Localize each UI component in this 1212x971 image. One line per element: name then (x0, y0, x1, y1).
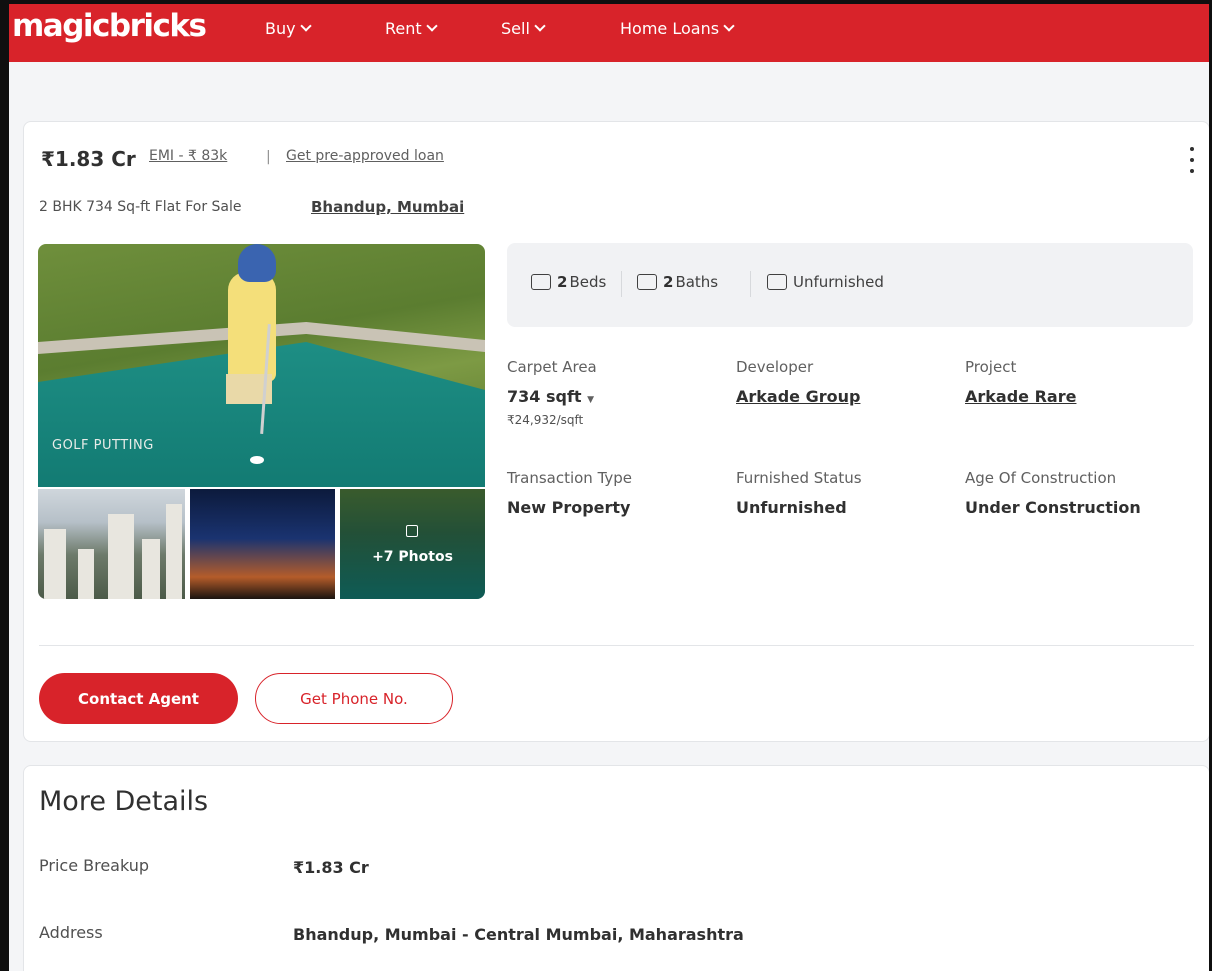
baths-label: Baths (675, 273, 719, 291)
beds-summary: 2 Beds (531, 273, 606, 291)
carpet-area-value[interactable]: 734 sqft ▼ (507, 387, 594, 406)
golf-ball (250, 456, 264, 464)
bath-icon (637, 274, 657, 290)
thumbnail-overlay (340, 489, 485, 599)
age-of-construction-label: Age Of Construction (965, 469, 1117, 487)
developer-label: Developer (736, 358, 814, 376)
beds-label: Beds (569, 273, 607, 291)
main-property-photo[interactable]: GOLF PUTTING (38, 244, 485, 487)
photo-caption: GOLF PUTTING (52, 438, 154, 453)
chevron-down-icon (299, 20, 312, 32)
furnished-status-label: Furnished Status (736, 469, 862, 487)
transaction-type-value: New Property (507, 498, 631, 517)
building-shape (44, 529, 66, 599)
amenity-divider (621, 271, 622, 297)
beds-count: 2 (557, 273, 568, 291)
furnishing-label: Unfurnished (793, 273, 884, 291)
chevron-down-icon (425, 20, 438, 32)
thumbnail-photo-telescope[interactable] (190, 489, 335, 599)
price-breakup-value: ₹1.83 Cr (293, 858, 369, 877)
child-cap (238, 244, 276, 282)
furnished-status-value: Unfurnished (736, 498, 847, 517)
developer-link[interactable]: Arkade Group (736, 387, 860, 406)
location-link[interactable]: Bhandup, Mumbai (311, 198, 464, 216)
thumbnail-photo-more[interactable]: +7 Photos (340, 489, 485, 599)
amenities-summary: 2 Beds 2 Baths Unfurnished (507, 243, 1193, 327)
amenity-divider (750, 271, 751, 297)
nav-home-loans[interactable]: Home Loans (620, 19, 735, 38)
gallery-icon (406, 525, 418, 537)
baths-summary: 2 Baths (637, 273, 718, 291)
furnishing-summary: Unfurnished (767, 273, 884, 291)
nav-sell[interactable]: Sell (501, 19, 546, 38)
chevron-down-icon (534, 20, 546, 32)
card-divider (39, 645, 1194, 646)
window-frame-left (0, 0, 9, 971)
building-shape (166, 504, 182, 599)
emi-link[interactable]: EMI - ₹ 83k (149, 148, 227, 164)
building-shape (142, 539, 160, 599)
price-separator: | (266, 149, 271, 165)
listing-subtitle: 2 BHK 734 Sq-ft Flat For Sale (39, 199, 242, 215)
magicbricks-logo[interactable]: magicbricks (12, 8, 207, 44)
nav-buy[interactable]: Buy (265, 19, 312, 38)
building-shape (78, 549, 94, 599)
address-label: Address (39, 923, 103, 942)
transaction-type-label: Transaction Type (507, 469, 633, 487)
furnishing-icon (767, 274, 787, 290)
address-value: Bhandup, Mumbai - Central Mumbai, Mahara… (293, 925, 744, 944)
price-breakup-label: Price Breakup (39, 856, 150, 875)
window-frame-top (0, 0, 1212, 4)
get-phone-button[interactable]: Get Phone No. (255, 673, 453, 724)
nav-sell-label: Sell (501, 19, 530, 38)
dropdown-arrow-icon: ▼ (587, 395, 595, 405)
building-shape (108, 514, 134, 599)
thumbnail-photo-buildings[interactable] (38, 489, 185, 599)
nav-rent-label: Rent (385, 19, 422, 38)
project-label: Project (965, 358, 1017, 376)
top-navigation-bar: magicbricks Buy Rent Sell Home Loans (0, 0, 1212, 62)
more-details-card: More Details Price Breakup ₹1.83 Cr Addr… (23, 765, 1210, 971)
carpet-area-text: 734 sqft (507, 387, 582, 406)
nav-buy-label: Buy (265, 19, 296, 38)
nav-rent[interactable]: Rent (385, 19, 438, 38)
more-photos-label: +7 Photos (372, 549, 453, 565)
age-of-construction-value: Under Construction (965, 498, 1141, 517)
price-per-sqft: ₹24,932/sqft (507, 413, 584, 427)
chevron-down-icon (723, 20, 735, 32)
nav-home-loans-label: Home Loans (620, 19, 720, 38)
baths-count: 2 (663, 273, 674, 291)
listing-price: ₹1.83 Cr (41, 147, 136, 171)
more-options-icon[interactable] (1187, 147, 1197, 173)
project-link[interactable]: Arkade Rare (965, 387, 1076, 406)
property-listing-card: ₹1.83 Cr EMI - ₹ 83k | Get pre-approved … (23, 121, 1210, 742)
more-details-title: More Details (39, 786, 209, 817)
contact-agent-button[interactable]: Contact Agent (39, 673, 238, 724)
bed-icon (531, 274, 551, 290)
pre-approved-loan-link[interactable]: Get pre-approved loan (286, 148, 444, 164)
carpet-area-label: Carpet Area (507, 358, 597, 376)
